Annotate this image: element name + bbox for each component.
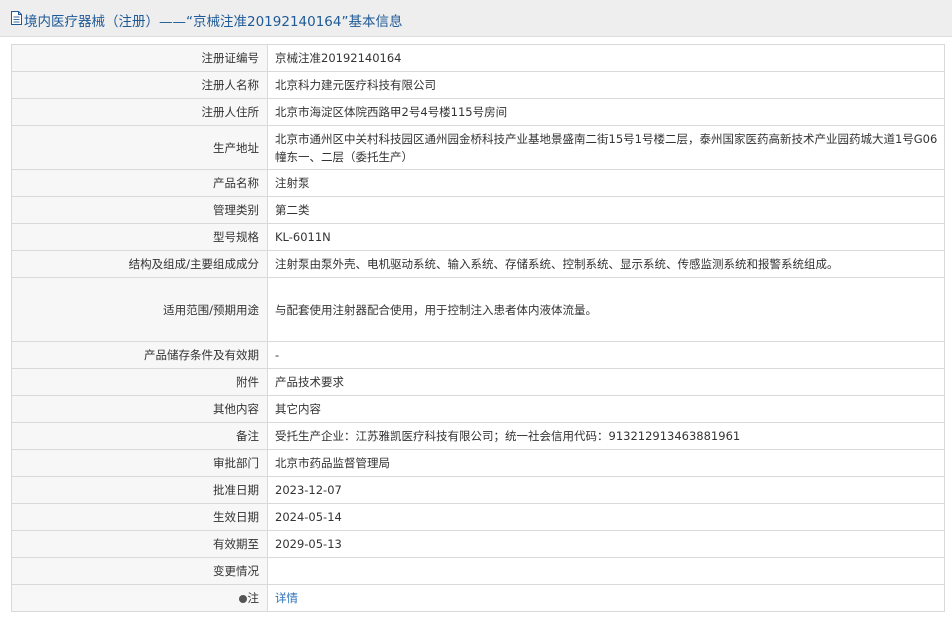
row-label: 注册人名称 bbox=[11, 71, 268, 99]
row-value: 注射泵 bbox=[267, 169, 945, 197]
table-row: 备注 受托生产企业：江苏雅凯医疗科技有限公司；统一社会信用代码：91321291… bbox=[11, 422, 945, 450]
row-value: 其它内容 bbox=[267, 395, 945, 423]
details-link[interactable]: 详情 bbox=[275, 591, 298, 605]
row-value: 第二类 bbox=[267, 196, 945, 224]
row-value: 与配套使用注射器配合使用，用于控制注入患者体内液体流量。 bbox=[267, 277, 945, 342]
row-label: 其他内容 bbox=[11, 395, 268, 423]
table-row: 注册人名称 北京科力建元医疗科技有限公司 bbox=[11, 71, 945, 99]
row-label: 产品名称 bbox=[11, 169, 268, 197]
row-label: 结构及组成/主要组成成分 bbox=[11, 250, 268, 278]
row-label: 附件 bbox=[11, 368, 268, 396]
table-row: 型号规格 KL-6011N bbox=[11, 223, 945, 251]
table-row: 产品名称 注射泵 bbox=[11, 169, 945, 197]
row-label: 有效期至 bbox=[11, 530, 268, 558]
table-row: 审批部门 北京市药品监督管理局 bbox=[11, 449, 945, 477]
row-value: 2023-12-07 bbox=[267, 476, 945, 504]
row-value: 注射泵由泵外壳、电机驱动系统、输入系统、存储系统、控制系统、显示系统、传感监测系… bbox=[267, 250, 945, 278]
row-label: 批准日期 bbox=[11, 476, 268, 504]
row-label: 适用范围/预期用途 bbox=[11, 277, 268, 342]
row-value: 2024-05-14 bbox=[267, 503, 945, 531]
note-label: 注 bbox=[247, 591, 260, 605]
row-value: 受托生产企业：江苏雅凯医疗科技有限公司；统一社会信用代码：91321291346… bbox=[267, 422, 945, 450]
info-table: 注册证编号 京械注准20192140164 注册人名称 北京科力建元医疗科技有限… bbox=[11, 44, 945, 612]
row-value: 产品技术要求 bbox=[267, 368, 945, 396]
row-value: 北京科力建元医疗科技有限公司 bbox=[267, 71, 945, 99]
note-row: 注 详情 bbox=[11, 584, 945, 612]
note-label-cell: 注 bbox=[11, 584, 268, 612]
page-title: 境内医疗器械（注册）——“京械注准20192140164”基本信息 bbox=[24, 14, 403, 30]
row-label: 变更情况 bbox=[11, 557, 268, 585]
row-label: 注册证编号 bbox=[11, 44, 268, 72]
table-row: 注册人住所 北京市海淀区体院西路甲2号4号楼115号房间 bbox=[11, 98, 945, 126]
row-label: 注册人住所 bbox=[11, 98, 268, 126]
table-row: 管理类别 第二类 bbox=[11, 196, 945, 224]
row-label: 生效日期 bbox=[11, 503, 268, 531]
note-icon bbox=[238, 595, 247, 603]
table-row: 适用范围/预期用途 与配套使用注射器配合使用，用于控制注入患者体内液体流量。 bbox=[11, 277, 945, 342]
row-value: KL-6011N bbox=[267, 223, 945, 251]
note-value-cell: 详情 bbox=[267, 584, 945, 612]
row-label: 型号规格 bbox=[11, 223, 268, 251]
row-value: 2029-05-13 bbox=[267, 530, 945, 558]
title-bar: 境内医疗器械（注册）——“京械注准20192140164”基本信息 bbox=[0, 0, 952, 37]
table-row: 注册证编号 京械注准20192140164 bbox=[11, 44, 945, 72]
row-label: 审批部门 bbox=[11, 449, 268, 477]
row-label: 备注 bbox=[11, 422, 268, 450]
table-row: 产品储存条件及有效期 - bbox=[11, 341, 945, 369]
row-value: 北京市通州区中关村科技园区通州园金桥科技产业基地景盛南二街15号1号楼二层，泰州… bbox=[267, 125, 945, 170]
row-value: 北京市药品监督管理局 bbox=[267, 449, 945, 477]
row-label: 生产地址 bbox=[11, 125, 268, 170]
document-icon bbox=[11, 11, 22, 25]
table-row: 变更情况 bbox=[11, 557, 945, 585]
row-value: - bbox=[267, 341, 945, 369]
table-row: 其他内容 其它内容 bbox=[11, 395, 945, 423]
row-label: 管理类别 bbox=[11, 196, 268, 224]
row-label: 产品储存条件及有效期 bbox=[11, 341, 268, 369]
row-value: 北京市海淀区体院西路甲2号4号楼115号房间 bbox=[267, 98, 945, 126]
table-row: 结构及组成/主要组成成分 注射泵由泵外壳、电机驱动系统、输入系统、存储系统、控制… bbox=[11, 250, 945, 278]
table-row: 批准日期 2023-12-07 bbox=[11, 476, 945, 504]
table-row: 附件 产品技术要求 bbox=[11, 368, 945, 396]
row-value: 京械注准20192140164 bbox=[267, 44, 945, 72]
table-row: 生效日期 2024-05-14 bbox=[11, 503, 945, 531]
table-row: 生产地址 北京市通州区中关村科技园区通州园金桥科技产业基地景盛南二街15号1号楼… bbox=[11, 125, 945, 170]
table-row: 有效期至 2029-05-13 bbox=[11, 530, 945, 558]
row-value bbox=[267, 557, 945, 585]
